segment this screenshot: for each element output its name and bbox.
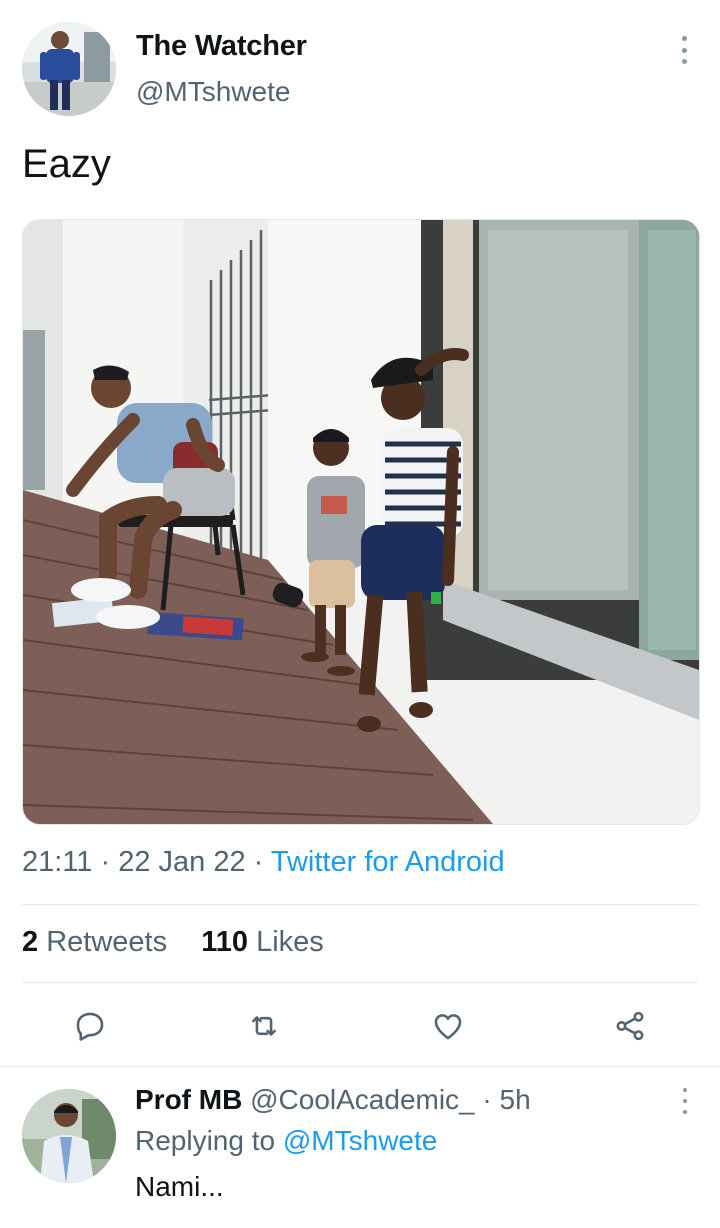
reply-header: Prof MB @CoolAcademic_ · 5h — [135, 1084, 531, 1115]
tweet-text: Eazy — [22, 142, 111, 186]
tweet-stats: 2 Retweets 110 Likes — [22, 926, 324, 959]
reply-author-avatar[interactable] — [22, 1089, 116, 1183]
divider — [0, 1066, 720, 1067]
reply-more-options-icon[interactable] — [680, 1088, 690, 1114]
tweet-photo[interactable] — [22, 219, 700, 825]
author-avatar[interactable] — [22, 22, 116, 116]
reply-handle[interactable]: @CoolAcademic_ — [250, 1084, 475, 1115]
tweet-date: 22 Jan 22 — [118, 846, 246, 878]
share-icon[interactable] — [610, 1004, 650, 1048]
replying-to-line: Replying to @MTshwete — [135, 1125, 438, 1156]
divider — [22, 982, 698, 983]
reply-display-name[interactable]: Prof MB — [135, 1084, 242, 1115]
retweets-stat[interactable]: 2 Retweets — [22, 926, 167, 958]
author-handle[interactable]: @MTshwete — [136, 76, 290, 108]
reply-age: 5h — [499, 1084, 531, 1115]
reply-icon[interactable] — [70, 1004, 110, 1048]
replying-to-mention[interactable]: @MTshwete — [283, 1125, 437, 1156]
tweet-source-link[interactable]: Twitter for Android — [271, 846, 505, 878]
tweet-action-bar — [22, 1000, 698, 1052]
reply-text: Nami... — [135, 1171, 224, 1202]
retweet-icon[interactable] — [244, 1004, 284, 1048]
divider — [22, 904, 698, 905]
like-icon[interactable] — [428, 1004, 468, 1048]
author-display-name[interactable]: The Watcher — [136, 30, 307, 63]
tweet-timestamp: 21:11 · 22 Jan 22 · Twitter for Android — [22, 846, 505, 878]
more-options-icon[interactable] — [672, 36, 696, 64]
tweet-time: 21:11 — [22, 846, 93, 878]
likes-stat[interactable]: 110 Likes — [201, 926, 324, 958]
